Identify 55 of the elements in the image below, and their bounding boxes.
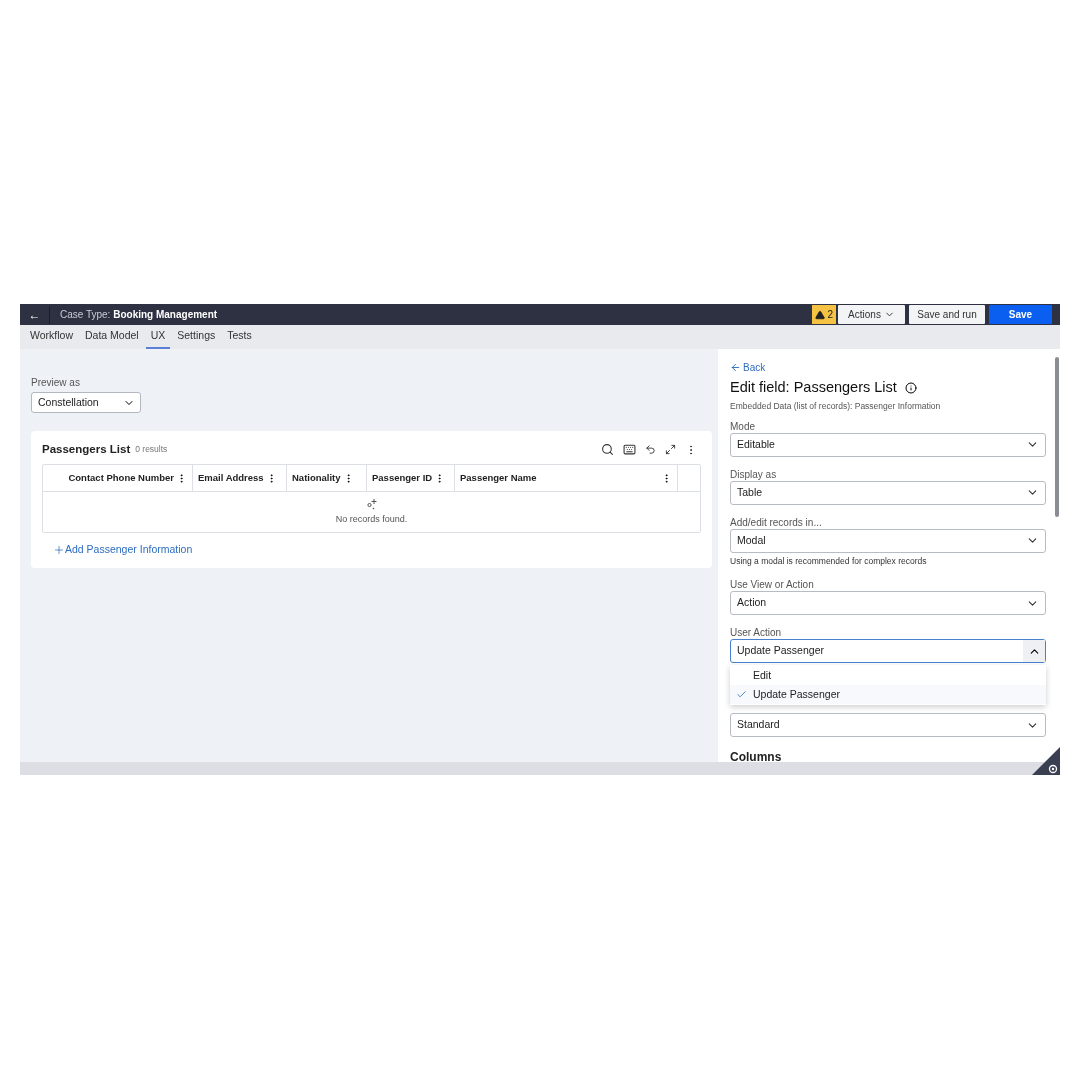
field-label: Preview as xyxy=(31,376,81,390)
panel-subtitle: Embedded Data (list of records): Passenger Information xyxy=(730,399,942,413)
select-field[interactable]: Standard xyxy=(730,713,1046,738)
select-field[interactable]: Action xyxy=(730,591,1046,616)
column-header[interactable]: Nationality xyxy=(287,465,367,491)
info-icon[interactable] xyxy=(904,381,917,394)
column-header[interactable]: Passenger ID xyxy=(367,465,455,491)
column-header[interactable]: Email Address xyxy=(193,465,287,491)
select-value: Action xyxy=(737,595,768,611)
menu-option[interactable]: Update Passenger xyxy=(730,685,1046,705)
field-label: Add/edit records in... xyxy=(730,515,823,529)
select-field[interactable]: Editable xyxy=(730,432,1046,457)
field-label: Use View or Action xyxy=(730,578,815,592)
keyboard-icon[interactable] xyxy=(623,443,636,456)
column-header[interactable]: Passenger Name xyxy=(455,465,678,491)
tab[interactable]: Tests xyxy=(222,325,257,349)
menu-option[interactable]: Edit xyxy=(730,666,1046,686)
result-count: 0 results xyxy=(135,443,168,456)
section-heading: Columns xyxy=(730,749,783,767)
tab[interactable]: Settings xyxy=(172,325,221,349)
tab[interactable]: Data Model xyxy=(80,325,144,349)
expand-icon[interactable] xyxy=(665,444,676,455)
scrollbar-thumb[interactable] xyxy=(1055,357,1059,517)
select-field[interactable]: Modal xyxy=(730,528,1046,553)
plus-icon xyxy=(53,543,65,556)
select-value: Table xyxy=(737,484,764,500)
arrow-left-icon xyxy=(730,362,741,373)
field-label: User Action xyxy=(730,626,783,640)
field-label: Display as xyxy=(730,467,778,481)
field-hint: Using a modal is recommended for complex records xyxy=(730,554,928,568)
toolbar-button[interactable]: Save and run xyxy=(909,305,985,324)
search-icon[interactable] xyxy=(601,443,614,456)
case-type-title: Case Type: Booking Management xyxy=(60,308,218,322)
column-header[interactable]: Contact Phone Number xyxy=(43,465,193,491)
select-value: Modal xyxy=(737,532,767,548)
panel-title: Edit field: Passengers List xyxy=(730,378,897,397)
undo-arrow-icon[interactable] xyxy=(645,444,656,455)
warning-badge[interactable]: 2 xyxy=(812,305,836,324)
select-field[interactable]: Table xyxy=(730,480,1046,505)
save-button[interactable]: Save xyxy=(989,305,1052,324)
tab[interactable]: Workflow xyxy=(25,325,78,349)
back-button[interactable]: ← xyxy=(20,305,50,324)
sparkle-icon xyxy=(366,497,377,510)
list-title: Passengers List xyxy=(42,441,131,457)
back-link[interactable]: Back xyxy=(730,360,1046,375)
select-value: Standard xyxy=(737,717,781,733)
select-field[interactable]: Update Passenger xyxy=(730,639,1046,664)
select-value: Editable xyxy=(737,436,776,452)
settings-corner-drawing[interactable] xyxy=(1032,747,1060,775)
empty-message: No records found. xyxy=(335,512,408,526)
select-value: Update Passenger xyxy=(737,643,825,659)
field-label: Mode xyxy=(730,419,756,433)
add-link[interactable]: Add Passenger Information xyxy=(53,542,701,558)
preview-select[interactable]: Constellation xyxy=(31,392,141,413)
toolbar-button[interactable]: Actions xyxy=(838,305,905,324)
